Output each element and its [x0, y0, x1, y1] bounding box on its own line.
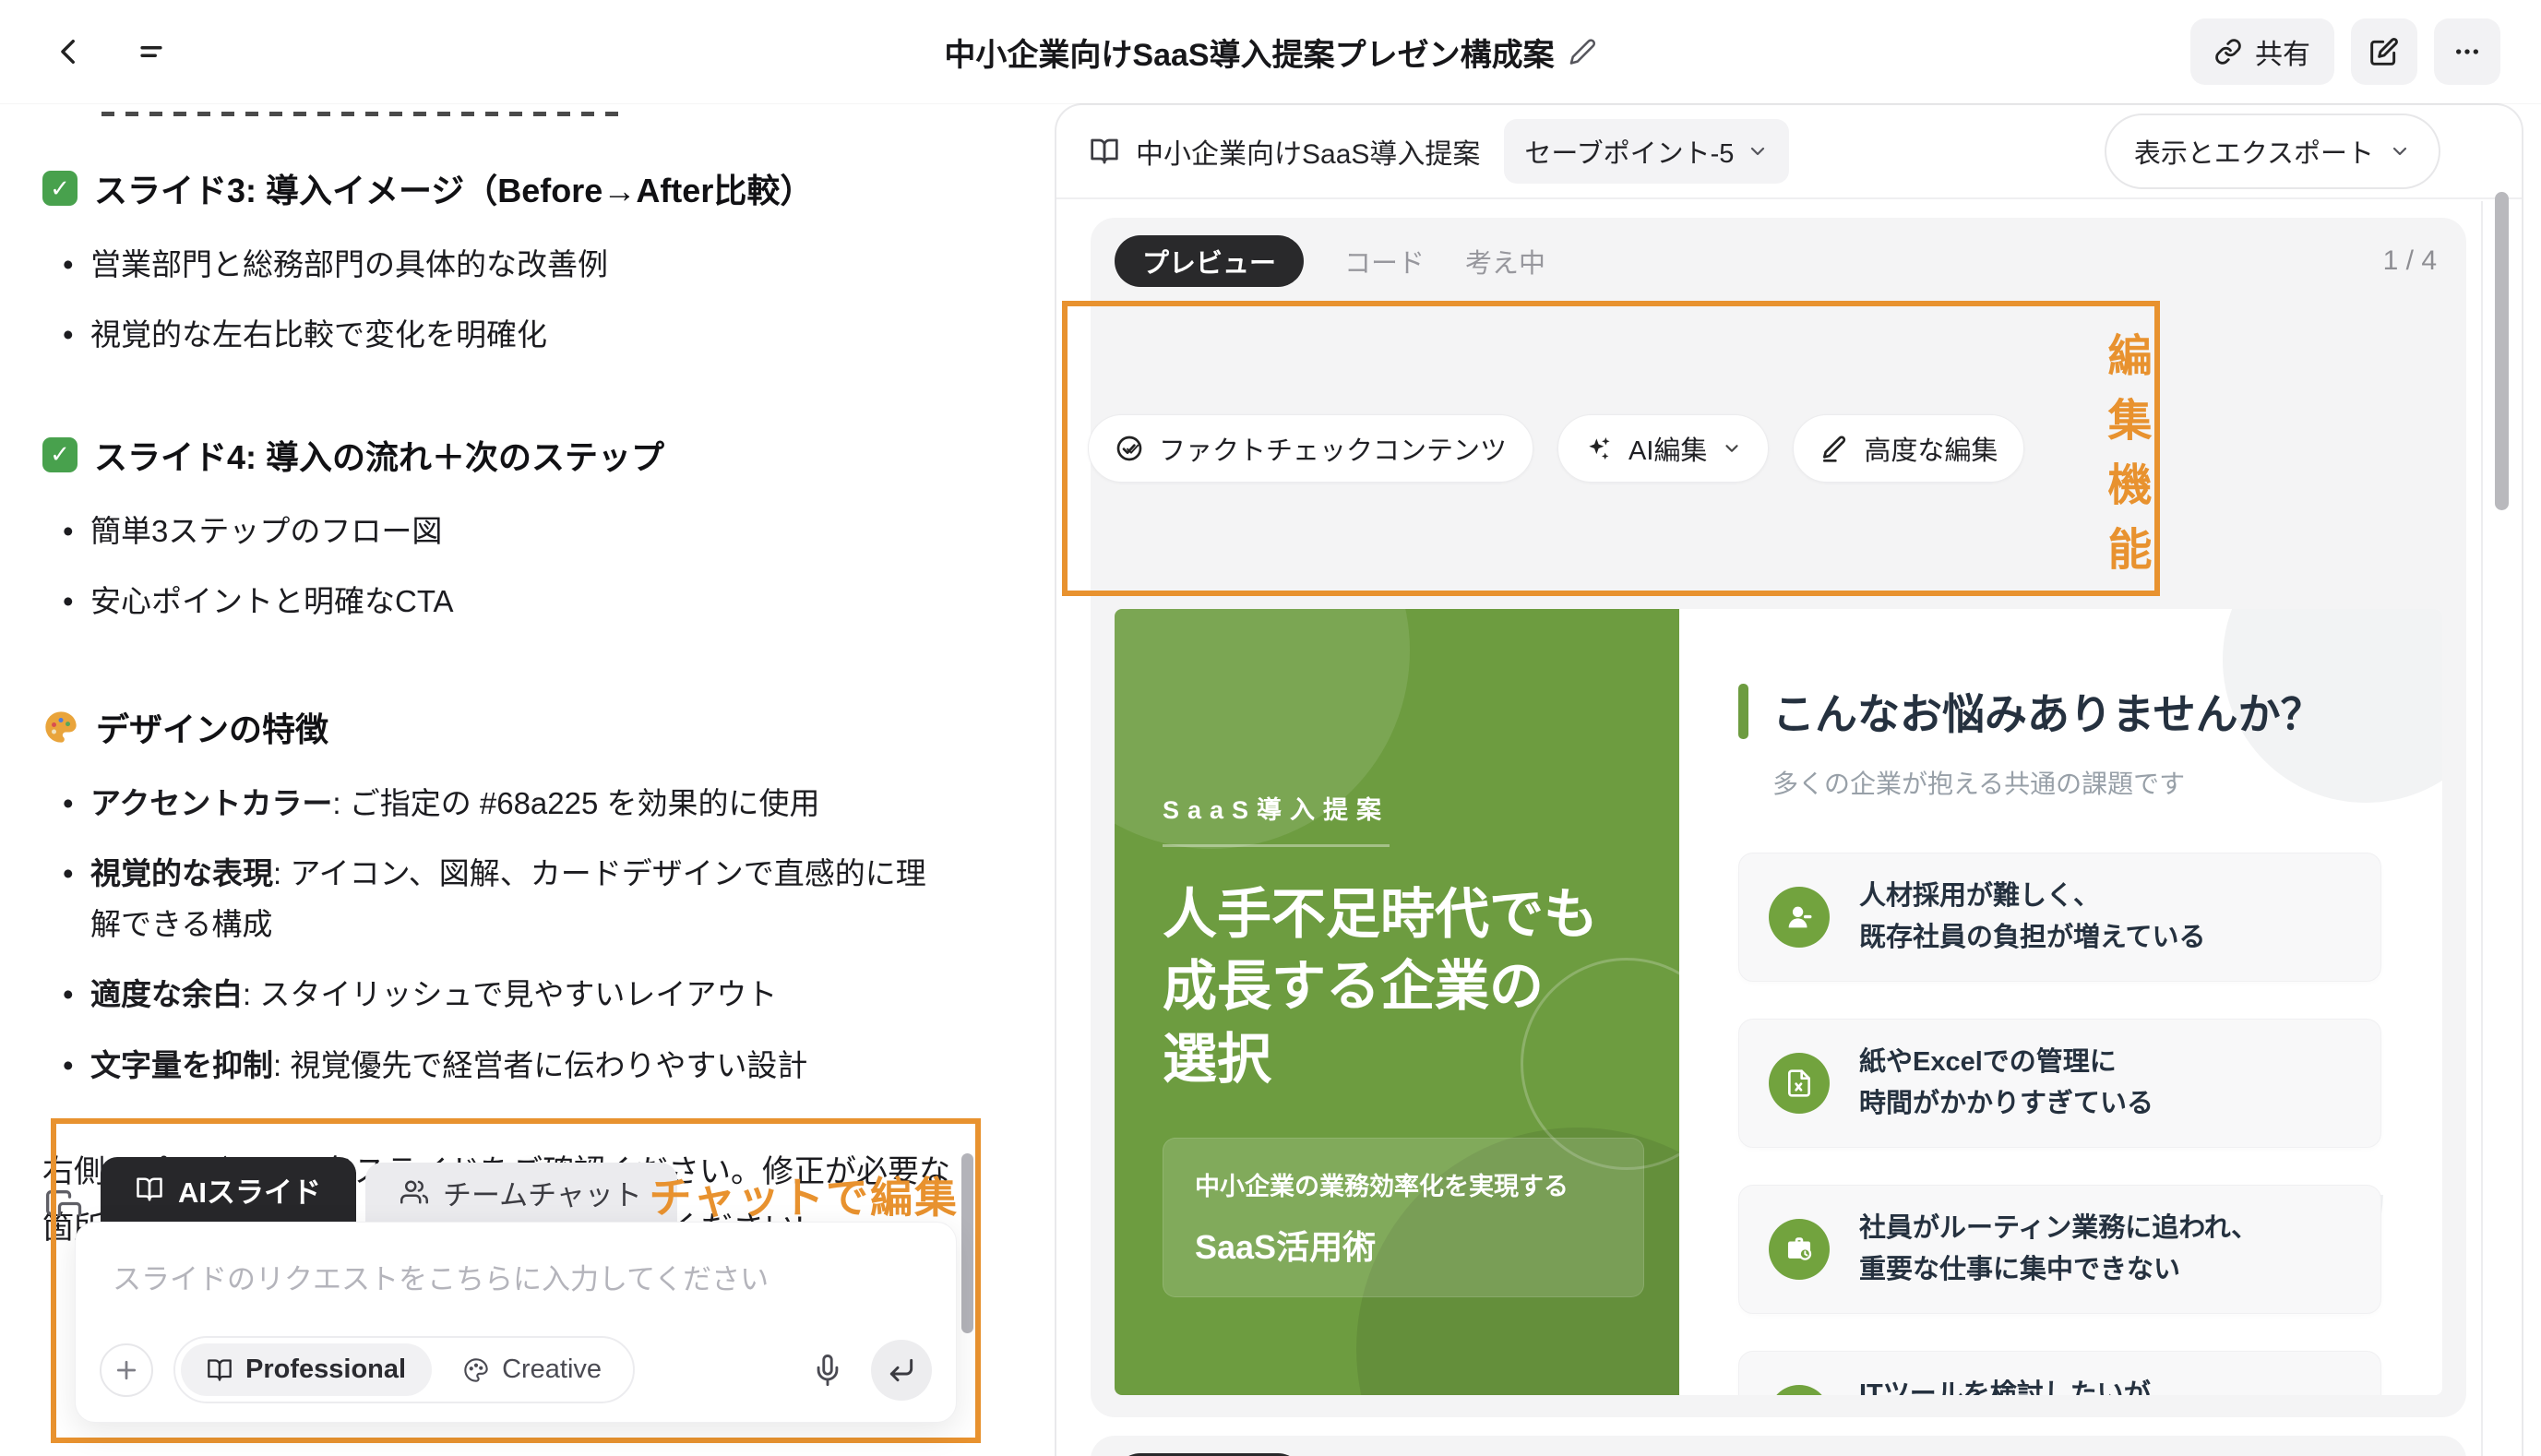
book-icon: [136, 1176, 163, 1203]
back-icon[interactable]: [54, 36, 85, 67]
design-bullet-list: アクセントカラー: ご指定の #68a225 を効果的に使用 視覚的な表現: ア…: [42, 779, 950, 1091]
pain-point-card: 紙やExcelでの管理に時間がかかりすぎている: [1738, 1019, 2381, 1148]
slide1-subheading: 多くの企業が抱える共通の課題です: [1772, 764, 2381, 801]
app-window: 中小企業向けSaaS導入提案プレゼン構成案 共有: [0, 0, 2541, 1456]
scroll-gutter-divider: [2481, 201, 2483, 1456]
list-item: 適度な余白: スタイリッシュで見やすいレイアウト: [42, 970, 951, 1020]
list-item: 安心ポイントと明確なCTA: [42, 577, 951, 627]
mode-professional[interactable]: Professional: [181, 1343, 432, 1396]
design-features-heading: デザインの特徴: [42, 703, 950, 751]
tab-code[interactable]: コード: [1344, 242, 1425, 280]
excel-file-icon: [1769, 1053, 1830, 1114]
microphone-icon[interactable]: [812, 1355, 843, 1386]
savepoint-dropdown[interactable]: セーブポイント-5: [1504, 119, 1789, 184]
slide1-preview[interactable]: SaaS導入提案 人手不足時代でも 成長する企業の 選択 中小企業の業務効率化を…: [1115, 609, 2442, 1395]
ai-edit-dropdown[interactable]: AI編集: [1557, 414, 1769, 483]
users-icon: [400, 1178, 428, 1206]
chat-input-card: スライドのリクエストをこちらに入力してください Professional: [75, 1222, 957, 1423]
document-title-text: 中小企業向けSaaS導入提案プレゼン構成案: [944, 30, 1554, 75]
slide-block-1: プレビュー コード 考え中 1 / 4 ファクトチェックコンテンツ AI編集: [1091, 218, 2466, 1417]
palette-icon: [463, 1357, 489, 1383]
list-item: 視覚的な左右比較で変化を明確化: [42, 310, 951, 360]
slide3-bullet-list: 営業部門と総務部門の具体的な改善例 視覚的な左右比較で変化を明確化: [42, 240, 950, 361]
outline-slide4-heading: ✓ スライド4: 導入の流れ＋次のステップ: [42, 431, 950, 479]
slide1-content-panel: ” こんなお悩みありませんか？ 多くの企業が抱える共通の課題です 人材採用が難し…: [1679, 609, 2442, 1395]
ellipsis-icon: [2452, 37, 2482, 66]
tab-team-chat[interactable]: チームチャット: [365, 1163, 677, 1222]
share-button[interactable]: 共有: [2190, 18, 2334, 85]
mode-creative[interactable]: Creative: [437, 1343, 627, 1396]
chevron-down-icon: [2389, 140, 2411, 162]
chevron-down-icon: [1722, 438, 1742, 459]
preview-panel: 中小企業向けSaaS導入提案 セーブポイント-5 表示とエクスポート プレビュー…: [1055, 103, 2523, 1456]
slide1-heading: こんなお悩みありませんか？: [1772, 681, 2323, 742]
link-icon: [2214, 38, 2242, 66]
document-title: 中小企業向けSaaS導入提案プレゼン構成案: [944, 30, 1596, 75]
slide1-kicker: SaaS導入提案: [1163, 790, 1390, 847]
chat-input[interactable]: スライドのリクエストをこちらに入力してください: [76, 1223, 956, 1331]
sidebar-toggle-icon[interactable]: [133, 36, 170, 67]
top-bar: 中小企業向けSaaS導入提案プレゼン構成案 共有: [0, 0, 2541, 103]
slide1-title-panel: SaaS導入提案 人手不足時代でも 成長する企業の 選択 中小企業の業務効率化を…: [1115, 609, 1679, 1395]
book-icon: [1090, 137, 1119, 166]
sparkles-icon: [1584, 434, 1614, 463]
style-mode-switch: Professional Creative: [173, 1336, 635, 1403]
preview-scrollbar[interactable]: [2495, 192, 2509, 510]
edit-annotation-label: 編集機能: [2107, 319, 2154, 578]
slide2-view-tabs: プレビュー コード 考え中 2 / 4: [1115, 1452, 2442, 1456]
list-item: 文字量を抑制: 視覚優先で経営者に伝わりやすい設計: [42, 1041, 951, 1091]
list-item: 簡単3ステップのフロー図: [42, 507, 951, 556]
chat-annotation-label: チャットで編集: [649, 1164, 959, 1225]
pencil-underline-icon: [1819, 434, 1849, 463]
fact-check-button[interactable]: ファクトチェックコンテンツ: [1088, 414, 1533, 483]
edit-tools-annotation-box: ファクトチェックコンテンツ AI編集 高度な編集: [1062, 301, 2160, 596]
chat-tabs: AIスライド チームチャット: [101, 1157, 677, 1222]
preview-header: 中小企業向けSaaS導入提案 セーブポイント-5 表示とエクスポート: [1056, 105, 2522, 199]
list-item: 営業部門と総務部門の具体的な改善例: [42, 240, 951, 290]
pain-point-card: 人材採用が難しく、既存社員の負担が増えている: [1738, 853, 2381, 982]
view-export-dropdown[interactable]: 表示とエクスポート: [2105, 113, 2440, 189]
slide1-title: 人手不足時代でも 成長する企業の 選択: [1163, 878, 1644, 1095]
book-icon: [207, 1357, 233, 1383]
check-circle-icon: [1115, 434, 1144, 463]
heading-accent-bar: [1738, 684, 1748, 739]
rename-pencil-icon[interactable]: [1569, 38, 1597, 66]
briefcase-clock-icon: [1769, 1219, 1830, 1280]
preview-doc-title: 中小企業向けSaaS導入提案: [1090, 131, 1480, 172]
slide1-subtitle-box: 中小企業の業務効率化を実現する SaaS活用術: [1163, 1138, 1644, 1297]
edit-square-icon: [2369, 37, 2399, 66]
chevron-down-icon: [1747, 140, 1769, 162]
slide1-view-tabs: プレビュー コード 考え中 1 / 4: [1115, 234, 2442, 288]
tab-preview[interactable]: プレビュー: [1115, 235, 1304, 287]
clipped-text-line: [101, 103, 618, 116]
slide-block-2: プレビュー コード 考え中 2 / 4 ファクトチェックコンテンツ AI編集: [1091, 1436, 2466, 1456]
tab-ai-slides[interactable]: AIスライド: [101, 1157, 356, 1222]
pain-point-card: 社員がルーティン業務に追われ、重要な仕事に集中できない: [1738, 1185, 2381, 1314]
more-menu-button[interactable]: [2434, 18, 2500, 85]
chat-edit-annotation-box: AIスライド チームチャット チャットで編集 スライドのリクエストをこちらに入力…: [51, 1118, 981, 1443]
tab-thinking[interactable]: 考え中: [1465, 242, 1545, 280]
edit-mode-button[interactable]: [2351, 18, 2417, 85]
add-attachment-button[interactable]: [100, 1343, 153, 1397]
question-icon: ?: [1769, 1385, 1830, 1395]
check-emoji-icon: ✓: [42, 437, 78, 472]
send-button[interactable]: [871, 1340, 932, 1401]
outline-slide3-heading: ✓ スライド3: 導入イメージ（Before→After比較）: [42, 164, 950, 212]
list-item: アクセントカラー: ご指定の #68a225 を効果的に使用: [42, 779, 951, 829]
list-item: 視覚的な表現: アイコン、図解、カードデザインで直感的に理解できる構成: [42, 849, 951, 949]
check-emoji-icon: ✓: [42, 171, 78, 206]
slide4-bullet-list: 簡単3ステップのフロー図 安心ポイントと明確なCTA: [42, 507, 950, 627]
pain-point-card: ? ITツールを検討したいが、何から始めればいいかわからない: [1738, 1351, 2381, 1395]
person-icon: [1769, 887, 1830, 948]
advanced-edit-button[interactable]: 高度な編集: [1793, 414, 2024, 483]
palette-emoji-icon: [42, 709, 79, 746]
share-label: 共有: [2255, 31, 2310, 72]
page-indicator: 1 / 4: [2383, 245, 2437, 277]
